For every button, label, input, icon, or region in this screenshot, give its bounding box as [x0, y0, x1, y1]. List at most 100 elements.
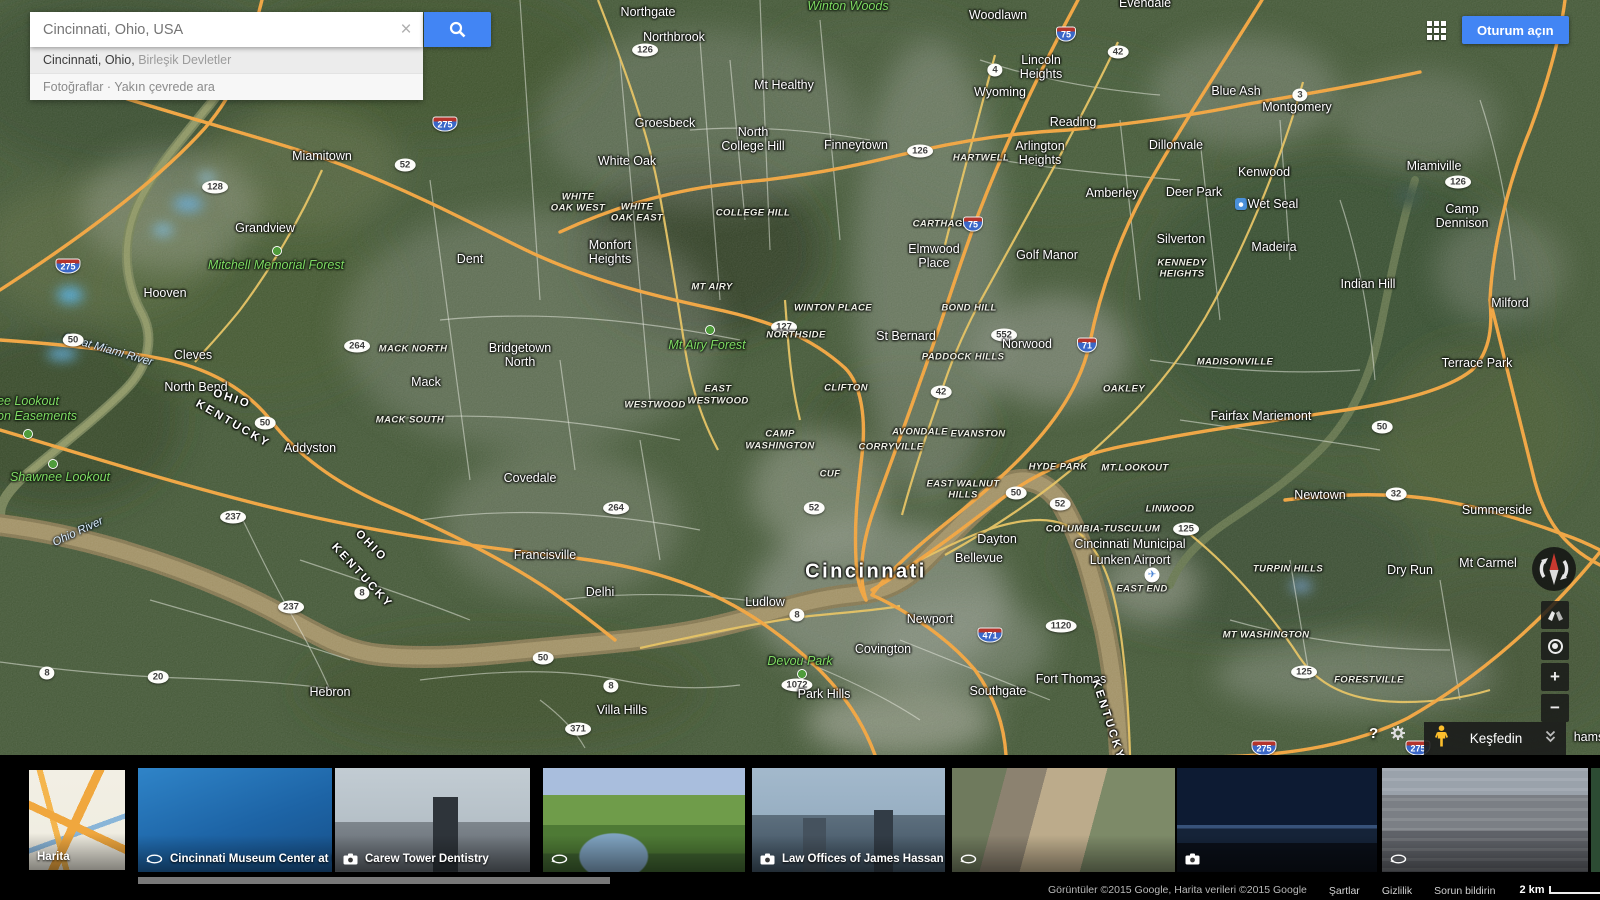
- map-label-neighborhood: MT.LOOKOUT: [1101, 463, 1168, 474]
- map-label-neighborhood: MT AIRY: [691, 282, 732, 293]
- map-canvas[interactable]: NorthgateNorthbrook126Winton WoodsWoodla…: [0, 0, 1600, 755]
- footer-links: Şartlar Gizlilik Sorun bildirin: [1307, 881, 1496, 899]
- map-label-place: Blue Ash: [1211, 84, 1260, 98]
- compass-control[interactable]: [1531, 546, 1577, 597]
- footer-link-şartlar[interactable]: Şartlar: [1329, 885, 1360, 897]
- map-label-park: Mt Airy Forest: [668, 338, 745, 352]
- footer-link-gizlilik[interactable]: Gizlilik: [1382, 885, 1412, 897]
- map-label-neighborhood: CAMP: [765, 429, 795, 440]
- signin-button[interactable]: Oturum açın: [1462, 16, 1569, 44]
- search-button[interactable]: [424, 12, 491, 47]
- search-icon: [449, 21, 466, 38]
- carousel-thumbnail-law-offices-of-james-hassan[interactable]: Law Offices of James Hassan: [752, 768, 945, 872]
- explore-bar[interactable]: Keşfedin: [1424, 722, 1566, 755]
- photosphere-icon: [1390, 853, 1407, 865]
- carousel-thumbnail[interactable]: [952, 768, 1175, 872]
- map-label-place: Elmwood: [908, 242, 959, 256]
- map-label-neighborhood: OAK EAST: [611, 213, 663, 224]
- route-shield: 237: [220, 511, 246, 524]
- tree-icon: [797, 669, 807, 679]
- map-label-place: Norwood: [1002, 337, 1052, 351]
- scale-bar: [1549, 886, 1600, 894]
- map-label-neighborhood: CUF: [820, 469, 841, 480]
- map-label-neighborhood: COLUMBIA-TUSCULUM: [1046, 524, 1160, 535]
- carousel-scrollbar[interactable]: [138, 877, 610, 884]
- map-label-state: OHIO: [211, 387, 252, 411]
- map-label-place: Cincinnati Municipal: [1074, 537, 1185, 551]
- map-label-place: Park Hills: [798, 687, 851, 701]
- map-label-place: North: [505, 355, 536, 369]
- map-label-place: Miamitown: [292, 149, 352, 163]
- carousel-thumbnail[interactable]: [1177, 768, 1377, 872]
- route-shield: 32: [1386, 488, 1407, 501]
- my-location-button[interactable]: [1541, 632, 1569, 660]
- map-label-neighborhood: WASHINGTON: [745, 441, 814, 452]
- route-shield: 4: [987, 64, 1002, 77]
- carousel-thumbnail[interactable]: [1382, 768, 1588, 872]
- zoom-out-button[interactable]: −: [1541, 694, 1569, 722]
- map-label-place: Madeira: [1251, 240, 1296, 254]
- map-label-place: Reading: [1050, 115, 1097, 129]
- gear-icon: [1390, 725, 1406, 741]
- map-label-neighborhood: KENNEDY: [1157, 258, 1206, 269]
- route-shield: 50: [255, 417, 276, 430]
- apps-grid-button[interactable]: [1427, 21, 1446, 40]
- map-label-place: Newport: [907, 612, 954, 626]
- map-label-place: Heights: [589, 252, 631, 266]
- map-label-place: St Bernard: [876, 329, 936, 343]
- map-label-neighborhood: AVONDALE: [892, 427, 948, 438]
- route-shield: 42: [931, 386, 952, 399]
- collapse-chevron-icon[interactable]: [1544, 729, 1557, 749]
- map-label-place: Dent: [457, 252, 483, 266]
- map-label-park: Devou Park: [767, 654, 832, 668]
- map-label-neighborhood: MACK SOUTH: [376, 415, 444, 426]
- tilt-45-button[interactable]: [1541, 601, 1569, 629]
- map-label-state: KENTUCKY: [194, 398, 273, 450]
- map-label-place: Delhi: [586, 585, 615, 599]
- carousel-thumbnail-carew-tower-dentistry[interactable]: Carew Tower Dentistry: [335, 768, 530, 872]
- map-label-place: Bellevue: [955, 551, 1003, 565]
- map-label-place: Finneytown: [824, 138, 888, 152]
- pegman-icon[interactable]: [1435, 725, 1448, 753]
- thumbnail-label: Carew Tower Dentistry: [365, 853, 489, 865]
- zoom-in-button[interactable]: +: [1541, 663, 1569, 691]
- photosphere-icon: [551, 853, 568, 865]
- map-label-neighborhood: WHITE: [562, 192, 595, 203]
- map-label-place: Mack: [411, 375, 441, 389]
- map-label-place: Fairfax Mariemont: [1211, 409, 1312, 423]
- map-label-neighborhood: CARTHAGE: [913, 219, 970, 230]
- carousel-thumbnail-cincinnati-museum-center-at-un[interactable]: Cincinnati Museum Center at Un...: [138, 768, 332, 872]
- google-maps-app: NorthgateNorthbrook126Winton WoodsWoodla…: [0, 0, 1600, 900]
- map-label-neighborhood: MADISONVILLE: [1197, 357, 1274, 368]
- carousel-thumbnail[interactable]: [1591, 768, 1600, 872]
- map-label-park: Winton Woods: [807, 0, 888, 13]
- camera-icon: [343, 853, 358, 865]
- route-shield: 50: [533, 652, 554, 665]
- clear-search-button[interactable]: ×: [389, 12, 423, 47]
- settings-button[interactable]: [1390, 725, 1406, 744]
- suggestion-item-photos[interactable]: Fotoğraflar · Yakın çevrede ara: [30, 73, 423, 100]
- route-shield: 125: [1291, 666, 1317, 679]
- explore-label: Keşfedin: [1448, 731, 1544, 746]
- footer-link-sorun-bildirin[interactable]: Sorun bildirin: [1434, 885, 1495, 897]
- route-shield: 8: [39, 667, 54, 680]
- carousel-thumbnail-harita[interactable]: Harita: [29, 770, 125, 870]
- thumbnail-label: Cincinnati Museum Center at Un...: [170, 853, 332, 865]
- map-label-place: Deer Park: [1166, 185, 1222, 199]
- map-label-place: Miamiville: [1407, 159, 1462, 173]
- map-label-place: Lunken Airport: [1090, 553, 1171, 567]
- suggestion-item-cincinnati[interactable]: Cincinnati, Ohio, Birleşik Devletler: [30, 47, 423, 73]
- map-label-place: North Bend: [164, 380, 227, 394]
- help-button[interactable]: ?: [1363, 724, 1384, 743]
- compass-icon: [1531, 546, 1577, 592]
- map-label-place: Golf Manor: [1016, 248, 1078, 262]
- interstate-shield: 275: [432, 117, 457, 132]
- map-label-place: Northgate: [621, 5, 676, 19]
- search-input[interactable]: [30, 21, 389, 39]
- suggestion-main: Cincinnati, Ohio,: [43, 53, 135, 67]
- carousel-thumbnail[interactable]: [543, 768, 745, 872]
- thumbnail-caption: [1177, 835, 1377, 872]
- map-label-place: Heights: [1020, 67, 1062, 81]
- map-label-place: Arlington: [1015, 139, 1064, 153]
- map-label-place: Wyoming: [974, 85, 1026, 99]
